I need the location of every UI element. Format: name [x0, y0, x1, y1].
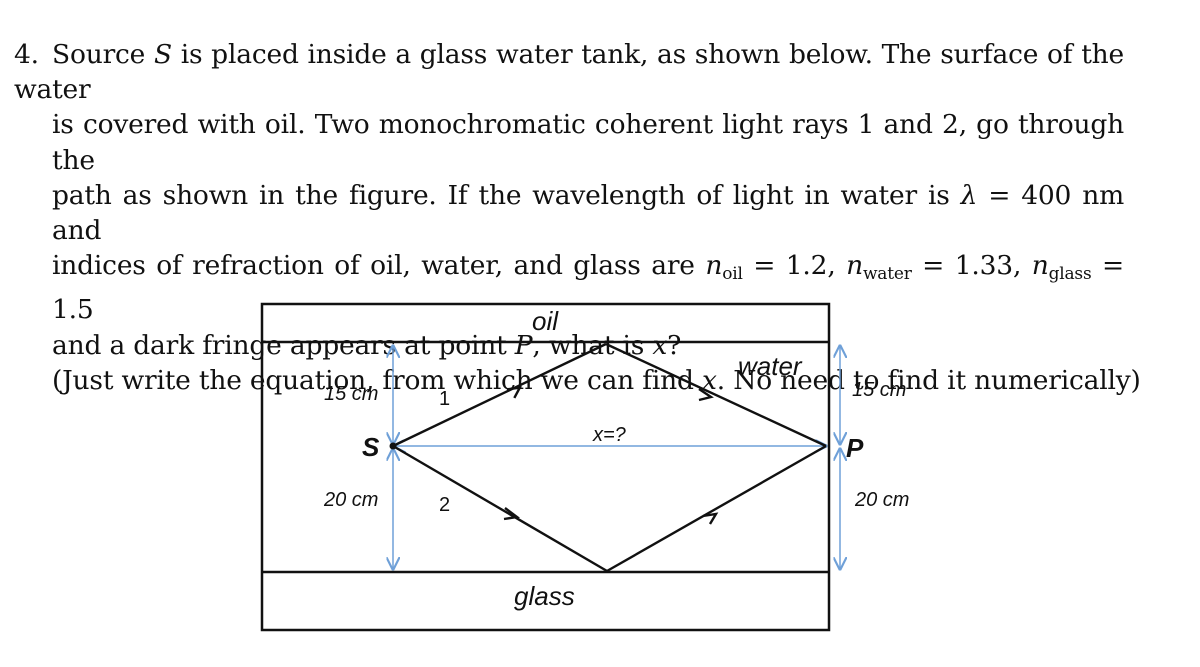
problem-line-2: is covered with oil. Two monochromatic c… — [52, 109, 1124, 176]
right-bottom-dimension-label: 20 cm — [854, 489, 909, 511]
source-symbol: S — [153, 39, 172, 70]
lambda-symbol: λ — [960, 179, 978, 211]
ray-2-arrow-down — [503, 507, 521, 521]
source-point — [389, 442, 397, 450]
ray-2-arrow-up — [702, 512, 719, 525]
problem-line-3: path as shown in the figure. If the wave… — [52, 179, 1124, 247]
problem-line-6: (Just write the equation, from which we … — [52, 364, 1141, 396]
n-glass-value: 1.5 — [52, 294, 94, 326]
left-bottom-dimension-label: 20 cm — [323, 489, 378, 511]
n-water-value: 1.33 — [954, 250, 1013, 282]
problem-line-1: 4. Source S is placed inside a glass wate… — [14, 39, 1124, 106]
problem-line-5: and a dark fringe appears at point P, wh… — [52, 329, 682, 361]
glass-label: glass — [514, 581, 575, 611]
ray-2 — [392, 444, 827, 573]
n-oil-value: 1.2 — [785, 250, 828, 282]
point-p-label: P — [846, 433, 864, 463]
problem-statement: 4. Source S is placed inside a glass wate… — [14, 37, 1141, 398]
x-distance-label: x=? — [592, 424, 627, 446]
ray-2-label: 2 — [439, 494, 450, 516]
problem-number: 4. — [14, 39, 39, 70]
source-label: S — [362, 432, 380, 462]
problem-line-4: indices of refraction of oil, water, and… — [52, 250, 1124, 326]
